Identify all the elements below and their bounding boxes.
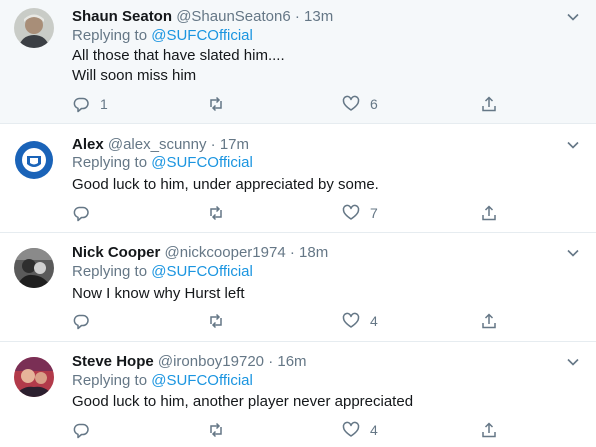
heart-icon xyxy=(342,421,360,437)
display-name[interactable]: Steve Hope xyxy=(72,353,154,370)
timestamp[interactable]: 17m xyxy=(220,136,249,153)
share-button[interactable] xyxy=(480,93,498,115)
timestamp[interactable]: 18m xyxy=(299,244,328,261)
like-count: 6 xyxy=(370,96,378,112)
retweet-button[interactable] xyxy=(207,310,235,332)
display-name[interactable]: Shaun Seaton xyxy=(72,8,172,25)
reply-count: 1 xyxy=(100,96,108,112)
share-icon xyxy=(482,205,496,221)
tweet-text: Now I know why Hurst left xyxy=(72,284,245,304)
separator-dot: · xyxy=(210,136,216,153)
replying-to-prefix: Replying to xyxy=(72,263,148,280)
timestamp[interactable]: 16m xyxy=(277,353,306,370)
reply-button[interactable] xyxy=(72,202,100,224)
separator-dot: · xyxy=(268,353,274,370)
share-button[interactable] xyxy=(480,202,498,224)
share-button[interactable] xyxy=(480,310,498,332)
replying-to-prefix: Replying to xyxy=(72,27,148,44)
like-button[interactable]: 7 xyxy=(342,202,378,224)
share-button[interactable] xyxy=(480,419,498,441)
chevron-down-icon[interactable] xyxy=(566,246,580,260)
retweet-button[interactable] xyxy=(207,93,235,115)
replying-to-prefix: Replying to xyxy=(72,154,148,171)
like-count: 4 xyxy=(370,422,378,438)
share-icon xyxy=(482,422,496,438)
replying-to-line: Replying to @SUFCOfficial xyxy=(72,262,253,282)
replying-to-line: Replying to @SUFCOfficial xyxy=(72,371,253,391)
like-count: 4 xyxy=(370,313,378,329)
tweet-text: Good luck to him, another player never a… xyxy=(72,392,413,412)
avatar[interactable] xyxy=(14,8,54,48)
display-name[interactable]: Alex xyxy=(72,136,104,153)
replying-to-line: Replying to @SUFCOfficial xyxy=(72,153,253,173)
display-name[interactable]: Nick Cooper xyxy=(72,244,160,261)
retweet-icon xyxy=(210,96,222,112)
mention-link[interactable]: @SUFCOfficial xyxy=(151,263,253,280)
retweet-icon xyxy=(210,422,222,438)
share-icon xyxy=(482,313,496,329)
user-handle[interactable]: @ironboy19720 xyxy=(158,353,264,370)
tweet-text-line: Good luck to him, another player never a… xyxy=(72,393,414,410)
avatar[interactable] xyxy=(14,248,54,288)
user-handle[interactable]: @nickcooper1974 xyxy=(165,244,286,261)
replying-to-prefix: Replying to xyxy=(72,372,148,389)
tweet-actions: 4 xyxy=(72,419,596,441)
like-count: 7 xyxy=(370,205,378,221)
heart-icon xyxy=(342,204,360,220)
tweet-text: Good luck to him, under appreciated by s… xyxy=(72,175,379,195)
tweet-actions: 4 xyxy=(72,310,596,332)
separator-dot: · xyxy=(289,244,295,261)
separator-dot: · xyxy=(294,8,300,25)
like-button[interactable]: 6 xyxy=(342,93,378,115)
replying-to-line: Replying to @SUFCOfficial xyxy=(72,26,253,46)
tweet[interactable]: Nick Cooper @nickcooper1974 · 18m Replyi… xyxy=(0,233,596,342)
mention-link[interactable]: @SUFCOfficial xyxy=(151,154,253,171)
user-handle[interactable]: @alex_scunny xyxy=(108,136,207,153)
tweet[interactable]: Shaun Seaton @ShaunSeaton6 · 13m Replyin… xyxy=(0,0,596,124)
mention-link[interactable]: @SUFCOfficial xyxy=(151,372,253,389)
reply-icon xyxy=(73,206,89,222)
reply-button[interactable]: 1 xyxy=(72,93,108,115)
tweet-text: All those that have slated him.... Will … xyxy=(72,46,285,86)
reply-button[interactable] xyxy=(72,419,100,441)
like-button[interactable]: 4 xyxy=(342,419,378,441)
tweet-text-line: All those that have slated him.... xyxy=(72,47,285,64)
tweet[interactable]: Alex @alex_scunny · 17m Replying to @SUF… xyxy=(0,124,596,233)
retweet-icon xyxy=(210,313,222,329)
reply-button[interactable] xyxy=(72,310,100,332)
timestamp[interactable]: 13m xyxy=(304,8,333,25)
avatar[interactable] xyxy=(14,140,54,180)
heart-icon xyxy=(342,312,360,328)
chevron-down-icon[interactable] xyxy=(566,10,580,24)
heart-icon xyxy=(342,95,360,111)
tweet-actions: 1 6 xyxy=(72,93,596,115)
like-button[interactable]: 4 xyxy=(342,310,378,332)
retweet-icon xyxy=(210,205,222,221)
reply-icon xyxy=(73,314,89,330)
share-icon xyxy=(482,96,496,112)
tweet-text-line: Now I know why Hurst left xyxy=(72,285,245,302)
retweet-button[interactable] xyxy=(207,419,235,441)
user-handle[interactable]: @ShaunSeaton6 xyxy=(176,8,291,25)
chevron-down-icon[interactable] xyxy=(566,138,580,152)
tweet-actions: 7 xyxy=(72,202,596,224)
reply-icon xyxy=(73,97,89,113)
retweet-button[interactable] xyxy=(207,202,235,224)
chevron-down-icon[interactable] xyxy=(566,355,580,369)
reply-icon xyxy=(73,423,89,439)
tweet-text-line: Good luck to him, under appreciated by s… xyxy=(72,176,379,193)
avatar[interactable] xyxy=(14,357,54,397)
tweet-text-line: Will soon miss him xyxy=(72,67,197,84)
mention-link[interactable]: @SUFCOfficial xyxy=(151,27,253,44)
tweet[interactable]: Steve Hope @ironboy19720 · 16m Replying … xyxy=(0,342,596,447)
